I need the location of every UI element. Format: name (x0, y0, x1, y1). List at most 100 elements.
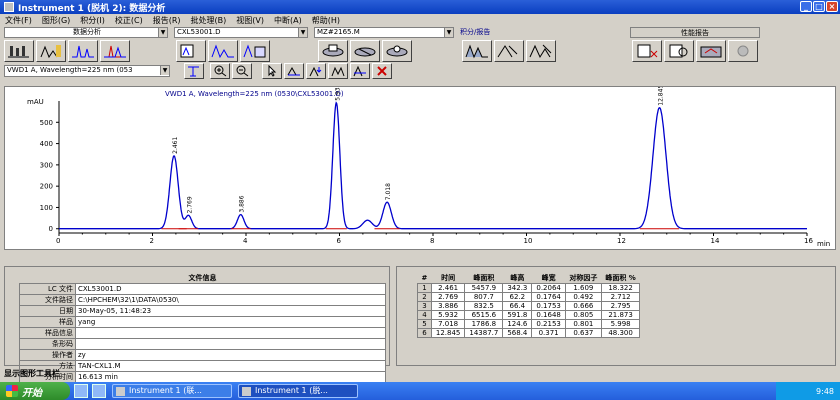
file-info-value: yang (75, 316, 386, 328)
method-icon[interactable] (36, 40, 66, 62)
signal-settings-icon[interactable] (184, 63, 204, 79)
zoom-out-icon[interactable] (232, 63, 252, 79)
table-cell: 4 (417, 310, 432, 320)
report-export-icon[interactable] (696, 40, 726, 62)
table-row[interactable]: 2 2.769 807.7 62.2 0.1764 0.492 2.712 (417, 292, 641, 302)
table-row[interactable]: 5 7.018 1786.8 124.6 0.2153 0.801 5.998 (417, 319, 641, 329)
file-info-row: 操作者 zy (19, 349, 386, 361)
x-tick-label: 10 (524, 237, 533, 245)
x-axis-unit: min (817, 240, 830, 248)
load-method-icon[interactable] (318, 40, 348, 62)
close-button[interactable]: × (826, 1, 838, 12)
zoom-in-icon[interactable] (210, 63, 230, 79)
file-info-row: 条形码 (19, 338, 386, 350)
x-tick-label: 6 (337, 237, 342, 245)
menu-integration[interactable]: 积分(I) (75, 15, 110, 26)
x-tick-label: 12 (617, 237, 626, 245)
report-preview-icon[interactable] (664, 40, 694, 62)
save-method-icon[interactable] (350, 40, 380, 62)
file-info-key: 样品信息 (19, 327, 76, 339)
menu-help[interactable]: 帮助(H) (307, 15, 345, 26)
menu-report[interactable]: 报告(R) (148, 15, 186, 26)
col-header-time: 时间 (441, 274, 456, 282)
draw-baseline-icon[interactable] (284, 63, 304, 79)
col-header-area: 峰面积 (473, 274, 495, 282)
x-tick-label: 16 (804, 237, 813, 245)
table-row[interactable]: 1 2.461 5457.9 342.3 0.2064 1.609 18.322 (417, 283, 641, 293)
file-info-row: 文件路径 C:\HPCHEM\32\1\DATA\0530\ (19, 294, 386, 306)
table-cell: 342.3 (502, 283, 533, 293)
file-info-value: zy (75, 349, 386, 361)
browser-icon[interactable] (92, 384, 106, 398)
peak-insert-icon[interactable] (306, 63, 326, 79)
menu-batch[interactable]: 批处理(B) (186, 15, 232, 26)
x-tick-label: 2 (150, 237, 154, 245)
auto-integrate-icon[interactable] (494, 40, 524, 62)
integration-group-label: 积分/报告 (460, 27, 620, 38)
start-button[interactable]: 开始 (0, 382, 70, 400)
peak-split-icon[interactable] (328, 63, 348, 79)
chromatogram-chart[interactable]: VWD1 A, Wavelength=225 nm (0530\CXL53001… (5, 87, 837, 251)
table-cell: 0.2064 (531, 283, 566, 293)
method-options-icon[interactable] (382, 40, 412, 62)
chromatogram-panel: VWD1 A, Wavelength=225 nm (0530\CXL53001… (4, 86, 836, 250)
table-cell: 2.712 (600, 292, 641, 302)
peak-results-table: # 时间 峰面积 峰高 峰宽 对称因子 峰面积 % 1 2.461 5457.9 34… (417, 273, 641, 338)
report-settings-icon[interactable] (728, 40, 758, 62)
integration-events-icon[interactable] (526, 40, 556, 62)
table-row[interactable]: 6 12.845 14387.7 568.4 0.371 0.637 48.300 (417, 328, 641, 338)
table-row[interactable]: 4 5.932 6515.6 591.8 0.1648 0.805 21.873 (417, 310, 641, 320)
x-tick-label: 8 (430, 237, 434, 245)
menu-file[interactable]: 文件(F) (0, 15, 37, 26)
table-cell: 0.801 (564, 319, 602, 329)
y-tick-label: 200 (40, 183, 53, 191)
task-combo[interactable]: 数据分析 ▼ (4, 27, 168, 38)
signal-select[interactable]: VWD1 A, Wavelength=225 nm (053 ▼ (4, 65, 170, 77)
menu-abort[interactable]: 中断(A) (269, 15, 307, 26)
taskbar-item-online[interactable]: Instrument 1 (联... (112, 384, 232, 398)
table-cell: 1.609 (564, 283, 602, 293)
table-cell: 0.1753 (531, 301, 566, 311)
y-tick-label: 100 (40, 204, 53, 212)
maximize-button[interactable]: □ (813, 1, 825, 12)
performance-group-label: 性能报告 (630, 27, 760, 38)
file-combo[interactable]: CXL53001.D ▼ (174, 27, 308, 38)
file-info-panel: 文件信息 LC 文件 CXL53001.D 文件路径 C:\HPCHEM\32\1\D… (4, 266, 390, 394)
clock: 9:48 (816, 386, 834, 396)
signal-details-icon[interactable] (240, 40, 270, 62)
table-cell: 48.300 (600, 328, 641, 338)
select-pointer-icon[interactable] (262, 63, 282, 79)
menu-view[interactable]: 视图(V) (231, 15, 269, 26)
table-cell: 66.4 (502, 301, 533, 311)
table-cell: 7.018 (430, 319, 466, 329)
file-info-row: 样品 yang (19, 316, 386, 328)
minimize-button[interactable]: _ (800, 1, 812, 12)
chromatogram-icon[interactable] (68, 40, 98, 62)
signal-options-icon[interactable] (208, 40, 238, 62)
taskbar-item-offline[interactable]: Instrument 1 (脱... (238, 384, 358, 398)
method-combo-value: MZ#2165.M (317, 28, 360, 36)
overlay-icon[interactable] (100, 40, 130, 62)
table-cell: 3 (417, 301, 432, 311)
menu-graphics[interactable]: 图形(G) (37, 15, 75, 26)
table-cell: 5.932 (430, 310, 466, 320)
file-info-value: 30-May-05, 11:48:23 (75, 305, 386, 317)
file-info-row: LC 文件 CXL53001.D (19, 283, 386, 295)
load-signal-icon[interactable] (176, 40, 206, 62)
table-cell: 18.322 (600, 283, 641, 293)
table-row[interactable]: 3 3.886 832.5 66.4 0.1753 0.666 2.795 (417, 301, 641, 311)
table-cell: 5 (417, 319, 432, 329)
method-combo[interactable]: MZ#2165.M ▼ (314, 27, 454, 38)
report-print-icon[interactable] (632, 40, 662, 62)
delete-peak-icon[interactable] (372, 63, 392, 79)
instrument-icon[interactable] (4, 40, 34, 62)
x-tick-label: 0 (56, 237, 60, 245)
show-desktop-icon[interactable] (74, 384, 88, 398)
integrate-icon[interactable] (462, 40, 492, 62)
signal-select-value: VWD1 A, Wavelength=225 nm (053 (7, 66, 133, 74)
table-cell: 0.805 (564, 310, 602, 320)
app-icon (242, 387, 251, 396)
menu-calibration[interactable]: 校正(C) (110, 15, 148, 26)
tangent-skim-icon[interactable] (350, 63, 370, 79)
file-info-key: 样品 (19, 316, 76, 328)
